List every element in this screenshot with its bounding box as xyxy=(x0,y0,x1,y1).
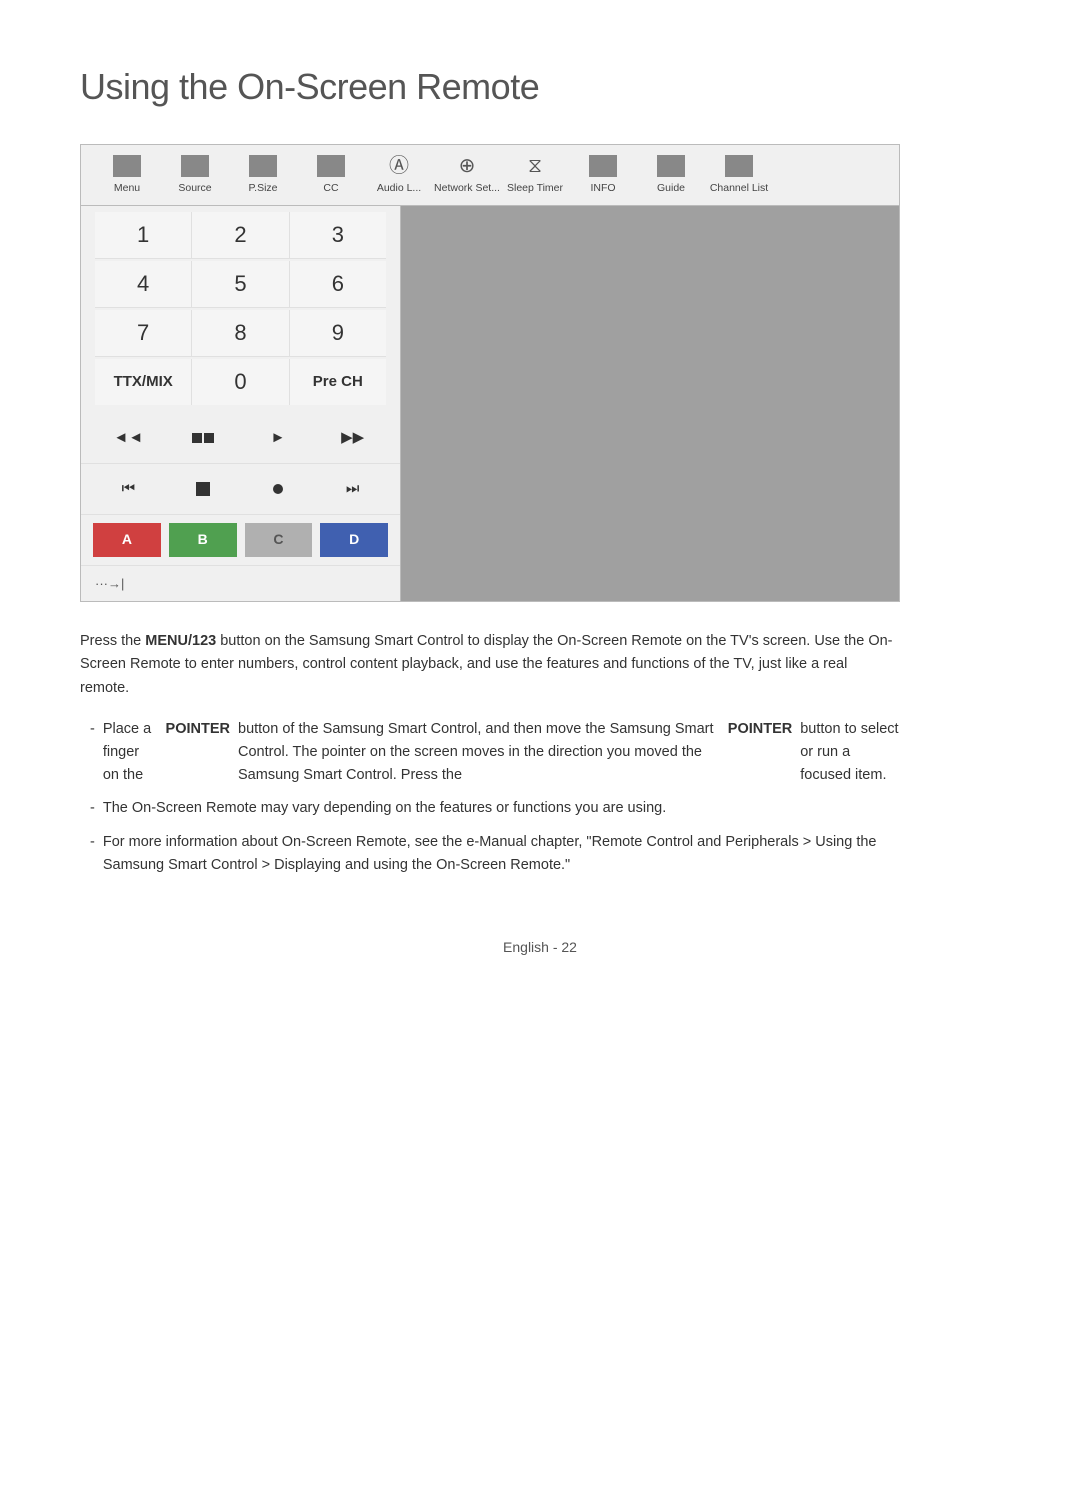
num-1[interactable]: 1 xyxy=(95,212,192,258)
transport-row-2: ⏮ ⏭ xyxy=(81,464,400,515)
num-7[interactable]: 7 xyxy=(95,310,192,356)
toolbar-menu[interactable]: Menu xyxy=(93,155,161,197)
description-text: Press the MENU/123 button on the Samsung… xyxy=(80,630,900,700)
bullet-2: The On-Screen Remote may vary depending … xyxy=(80,797,900,820)
toolbar-network[interactable]: ⊕ Network Set... xyxy=(433,155,501,197)
info-icon xyxy=(589,155,617,177)
remote-main-body: 1 2 3 4 5 6 7 8 9 TTX/MIX xyxy=(81,206,899,602)
bullet-3: For more information about On-Screen Rem… xyxy=(80,831,900,877)
bold-pointer-1: POINTER xyxy=(166,718,230,788)
audio-icon: Ⓐ xyxy=(385,155,413,177)
num-row-4: TTX/MIX 0 Pre CH xyxy=(95,359,386,405)
remote-toolbar: Menu Source P.Size CC Ⓐ Audio L... ⊕ Net… xyxy=(81,145,899,206)
num-6[interactable]: 6 xyxy=(290,261,386,307)
next-btn[interactable]: ⏭ xyxy=(331,472,375,506)
nav-arrow-row: ···→| xyxy=(81,566,400,602)
bullet-1: Place a finger on the POINTER button of … xyxy=(80,718,900,788)
guide-icon xyxy=(657,155,685,177)
toolbar-channel-list[interactable]: Channel List xyxy=(705,155,773,197)
numpad: 1 2 3 4 5 6 7 8 9 TTX/MIX xyxy=(81,206,400,413)
num-row-2: 4 5 6 xyxy=(95,261,386,308)
color-btn-b[interactable]: B xyxy=(169,523,237,557)
bullet-list: Place a finger on the POINTER button of … xyxy=(80,718,900,877)
pre-ch-btn[interactable]: Pre CH xyxy=(290,359,386,405)
fast-forward-btn[interactable]: ▶▶ xyxy=(331,421,375,455)
network-icon: ⊕ xyxy=(453,155,481,177)
nav-arrow-label: ···→| xyxy=(95,574,124,594)
color-buttons: A B C D xyxy=(81,515,400,566)
info-label: INFO xyxy=(590,181,615,197)
toolbar-cc[interactable]: CC xyxy=(297,155,365,197)
toolbar-audio[interactable]: Ⓐ Audio L... xyxy=(365,155,433,197)
num-2[interactable]: 2 xyxy=(192,212,289,258)
network-label: Network Set... xyxy=(434,181,500,197)
num-3[interactable]: 3 xyxy=(290,212,386,258)
num-9[interactable]: 9 xyxy=(290,310,386,356)
toolbar-info[interactable]: INFO xyxy=(569,155,637,197)
sleep-label: Sleep Timer xyxy=(507,181,563,197)
pause-btn[interactable] xyxy=(181,421,225,455)
menu-icon xyxy=(113,155,141,177)
transport-row-1: ◄◄ ► ▶▶ xyxy=(81,413,400,464)
remote-left-panel: 1 2 3 4 5 6 7 8 9 TTX/MIX xyxy=(81,206,401,602)
color-btn-d[interactable]: D xyxy=(320,523,388,557)
psize-icon xyxy=(249,155,277,177)
num-0[interactable]: 0 xyxy=(192,359,289,405)
sleep-icon: ⧖ xyxy=(521,155,549,177)
prev-btn[interactable]: ⏮ xyxy=(106,472,150,506)
remote-right-panel xyxy=(401,206,899,602)
stop-icon xyxy=(196,482,210,496)
source-label: Source xyxy=(178,181,211,197)
source-icon xyxy=(181,155,209,177)
cc-label: CC xyxy=(323,181,338,197)
record-btn[interactable] xyxy=(256,472,300,506)
bold-menu123: MENU/123 xyxy=(145,633,216,649)
record-icon xyxy=(273,484,283,494)
num-5[interactable]: 5 xyxy=(192,261,289,307)
toolbar-psize[interactable]: P.Size xyxy=(229,155,297,197)
page-footer: English - 22 xyxy=(80,937,1000,958)
psize-label: P.Size xyxy=(249,181,278,197)
toolbar-guide[interactable]: Guide xyxy=(637,155,705,197)
num-4[interactable]: 4 xyxy=(95,261,192,307)
toolbar-source[interactable]: Source xyxy=(161,155,229,197)
audio-label: Audio L... xyxy=(377,181,421,197)
color-btn-a[interactable]: A xyxy=(93,523,161,557)
play-btn[interactable]: ► xyxy=(256,421,300,455)
num-8[interactable]: 8 xyxy=(192,310,289,356)
rewind-btn[interactable]: ◄◄ xyxy=(106,421,150,455)
pause-icon-2 xyxy=(204,433,214,443)
ttx-mix-btn[interactable]: TTX/MIX xyxy=(95,359,192,405)
stop-btn[interactable] xyxy=(181,472,225,506)
page-title: Using the On-Screen Remote xyxy=(80,60,1000,114)
num-row-1: 1 2 3 xyxy=(95,212,386,259)
num-row-3: 7 8 9 xyxy=(95,310,386,357)
guide-label: Guide xyxy=(657,181,685,197)
menu-label: Menu xyxy=(114,181,140,197)
channel-list-icon xyxy=(725,155,753,177)
bold-pointer-2: POINTER xyxy=(728,718,792,788)
toolbar-sleep[interactable]: ⧖ Sleep Timer xyxy=(501,155,569,197)
remote-diagram: Menu Source P.Size CC Ⓐ Audio L... ⊕ Net… xyxy=(80,144,900,602)
color-btn-c[interactable]: C xyxy=(245,523,313,557)
channel-list-label: Channel List xyxy=(710,181,768,197)
cc-icon xyxy=(317,155,345,177)
pause-icon xyxy=(192,433,202,443)
